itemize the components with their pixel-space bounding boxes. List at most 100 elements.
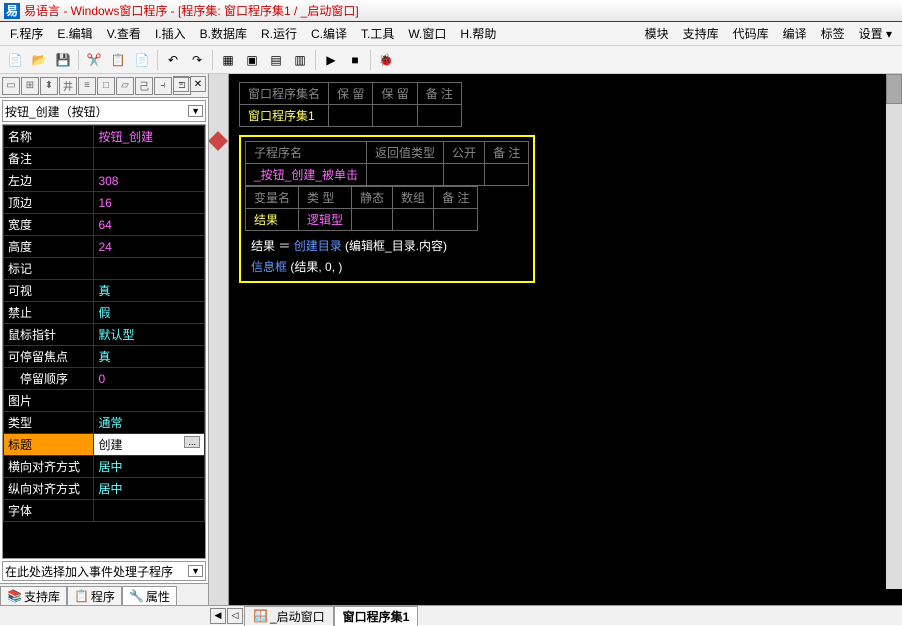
panel-close-icon[interactable]: ✕ <box>190 76 206 92</box>
tab-icon: 📋 <box>74 589 89 603</box>
cut-button[interactable]: ✂️ <box>83 49 105 71</box>
tab-icon: 🪟 <box>253 609 268 623</box>
property-grid[interactable]: 名称按钮_创建备注左边308顶边16宽度64高度24标记可视真禁止假鼠标指针默认… <box>2 124 206 559</box>
menu-item[interactable]: 编译 <box>777 23 813 44</box>
vars-table: 变量名类 型静态数组备 注 结果逻辑型 <box>245 186 478 231</box>
menu-item[interactable]: T.工具 <box>355 23 400 44</box>
object-combo-text: 按钮_创建（按钮） <box>5 103 108 120</box>
object-combo[interactable]: 按钮_创建（按钮） ▼ <box>2 100 206 122</box>
left-icon-toolbar: ▭ ⊞ ⬍ 井 ≡ □ ▱ 己 ⫞ ⊐ ▫ ✕ <box>0 74 208 98</box>
gutter <box>209 74 229 605</box>
new-file-button[interactable]: 📄 <box>4 49 26 71</box>
menu-item[interactable]: R.运行 <box>255 23 303 44</box>
property-row[interactable]: 备注 <box>4 148 205 170</box>
property-row[interactable]: 左边308 <box>4 170 205 192</box>
event-combo[interactable]: 在此处选择加入事件处理子程序 ▼ <box>2 561 206 581</box>
property-row[interactable]: 标题创建... <box>4 434 205 456</box>
chevron-down-icon: ▼ <box>188 565 203 577</box>
left-tab[interactable]: 🔧属性 <box>122 586 177 605</box>
toolbar-main: 📄 📂 💾 ✂️ 📋 📄 ↶ ↷ ▦ ▣ ▤ ▥ ▶ ■ 🐞 <box>0 46 902 74</box>
event-combo-text: 在此处选择加入事件处理子程序 <box>5 563 173 580</box>
debug-button[interactable]: 🐞 <box>375 49 397 71</box>
menu-item[interactable]: W.窗口 <box>402 23 452 44</box>
property-row[interactable]: 停留顺序0 <box>4 368 205 390</box>
chevron-down-icon: ▼ <box>188 105 203 117</box>
tool-5-icon[interactable]: ≡ <box>78 77 96 95</box>
app-logo-icon: 易 <box>4 3 20 19</box>
undo-button[interactable]: ↶ <box>162 49 184 71</box>
property-row[interactable]: 类型通常 <box>4 412 205 434</box>
assembly-header-table: 窗口程序集名保 留保 留备 注 窗口程序集1 <box>239 82 462 127</box>
tab-icon: 📚 <box>7 589 22 603</box>
tool-2-icon[interactable]: ⊞ <box>21 77 39 95</box>
menu-right: 模块支持库代码库编译标签设置 ▾ <box>639 23 898 44</box>
menu-item[interactable]: 代码库 <box>727 23 775 44</box>
tool-9-icon[interactable]: ⫞ <box>154 77 172 95</box>
ellipsis-button[interactable]: ... <box>184 436 200 448</box>
property-row[interactable]: 宽度64 <box>4 214 205 236</box>
save-button[interactable]: 💾 <box>52 49 74 71</box>
tool-6-icon[interactable]: □ <box>97 77 115 95</box>
editor-tab[interactable]: 窗口程序集1 <box>334 606 419 626</box>
property-row[interactable]: 禁止假 <box>4 302 205 324</box>
menu-item[interactable]: C.编译 <box>305 23 353 44</box>
code-body[interactable]: 窗口程序集名保 留保 留备 注 窗口程序集1 子程序名返回值类型公开备 注 _按… <box>239 82 892 283</box>
redo-button[interactable]: ↷ <box>186 49 208 71</box>
menu-item[interactable]: 模块 <box>639 23 675 44</box>
editor-tab[interactable]: 🪟_启动窗口 <box>244 606 334 626</box>
left-tab[interactable]: 📋程序 <box>67 586 122 605</box>
menu-item[interactable]: I.插入 <box>149 23 192 44</box>
property-row[interactable]: 可停留焦点真 <box>4 346 205 368</box>
left-panel: ▭ ⊞ ⬍ 井 ≡ □ ▱ 己 ⫞ ⊐ ▫ ✕ 按钮_创建（按钮） ▼ 名称按钮… <box>0 74 209 605</box>
tab-nav-first-icon[interactable]: ◀ <box>210 608 226 624</box>
scrollbar-vertical[interactable] <box>886 74 902 589</box>
highlighted-sub: 子程序名返回值类型公开备 注 _按钮_创建_被单击 变量名类 型静态数组备 注 … <box>239 135 535 283</box>
property-row[interactable]: 高度24 <box>4 236 205 258</box>
panel-min-icon[interactable]: ▫ <box>173 76 189 92</box>
left-tab[interactable]: 📚支持库 <box>0 586 67 605</box>
layout1-button[interactable]: ▦ <box>217 49 239 71</box>
menu-item[interactable]: E.编辑 <box>51 23 98 44</box>
tool-7-icon[interactable]: ▱ <box>116 77 134 95</box>
property-row[interactable]: 可视真 <box>4 280 205 302</box>
property-row[interactable]: 鼠标指针默认型 <box>4 324 205 346</box>
property-row[interactable]: 名称按钮_创建 <box>4 126 205 148</box>
property-row[interactable]: 图片 <box>4 390 205 412</box>
code-line-2[interactable]: 信息框 (结果, 0, ) <box>245 256 529 277</box>
paste-button[interactable]: 📄 <box>131 49 153 71</box>
property-row[interactable]: 顶边16 <box>4 192 205 214</box>
stop-button[interactable]: ■ <box>344 49 366 71</box>
window-title: 易语言 - Windows窗口程序 - [程序集: 窗口程序集1 / _启动窗口… <box>24 2 359 19</box>
layout4-button[interactable]: ▥ <box>289 49 311 71</box>
menu-item[interactable]: H.帮助 <box>454 23 502 44</box>
menu-item[interactable]: V.查看 <box>101 23 147 44</box>
sub-header-table: 子程序名返回值类型公开备 注 _按钮_创建_被单击 <box>245 141 529 186</box>
tool-4-icon[interactable]: 井 <box>59 77 77 95</box>
bottom-tabs: ◀ ◁ 🪟_启动窗口窗口程序集1 <box>0 605 902 625</box>
menu-item[interactable]: 支持库 <box>677 23 725 44</box>
property-row[interactable]: 横向对齐方式居中 <box>4 456 205 478</box>
menu-item[interactable]: B.数据库 <box>194 23 253 44</box>
menu-item[interactable]: F.程序 <box>4 23 49 44</box>
run-button[interactable]: ▶ <box>320 49 342 71</box>
menu-item[interactable]: 标签 <box>815 23 851 44</box>
layout3-button[interactable]: ▤ <box>265 49 287 71</box>
property-row[interactable]: 纵向对齐方式居中 <box>4 478 205 500</box>
tab-icon: 🔧 <box>129 589 144 603</box>
titlebar: 易 易语言 - Windows窗口程序 - [程序集: 窗口程序集1 / _启动… <box>0 0 902 22</box>
tool-3-icon[interactable]: ⬍ <box>40 77 58 95</box>
tab-nav-prev-icon[interactable]: ◁ <box>227 608 243 624</box>
property-row[interactable]: 标记 <box>4 258 205 280</box>
menubar: F.程序E.编辑V.查看I.插入B.数据库R.运行C.编译T.工具W.窗口H.帮… <box>0 22 902 46</box>
workspace: ▭ ⊞ ⬍ 井 ≡ □ ▱ 己 ⫞ ⊐ ▫ ✕ 按钮_创建（按钮） ▼ 名称按钮… <box>0 74 902 605</box>
tool-8-icon[interactable]: 己 <box>135 77 153 95</box>
open-file-button[interactable]: 📂 <box>28 49 50 71</box>
code-area: 窗口程序集名保 留保 留备 注 窗口程序集1 子程序名返回值类型公开备 注 _按… <box>209 74 902 605</box>
copy-button[interactable]: 📋 <box>107 49 129 71</box>
code-line-1[interactable]: 结果 ＝ 创建目录 (编辑框_目录.内容) <box>245 235 529 256</box>
property-row[interactable]: 字体 <box>4 500 205 522</box>
layout2-button[interactable]: ▣ <box>241 49 263 71</box>
tool-1-icon[interactable]: ▭ <box>2 77 20 95</box>
menu-item[interactable]: 设置 ▾ <box>853 23 898 44</box>
breakpoint-marker-icon[interactable] <box>209 131 228 151</box>
